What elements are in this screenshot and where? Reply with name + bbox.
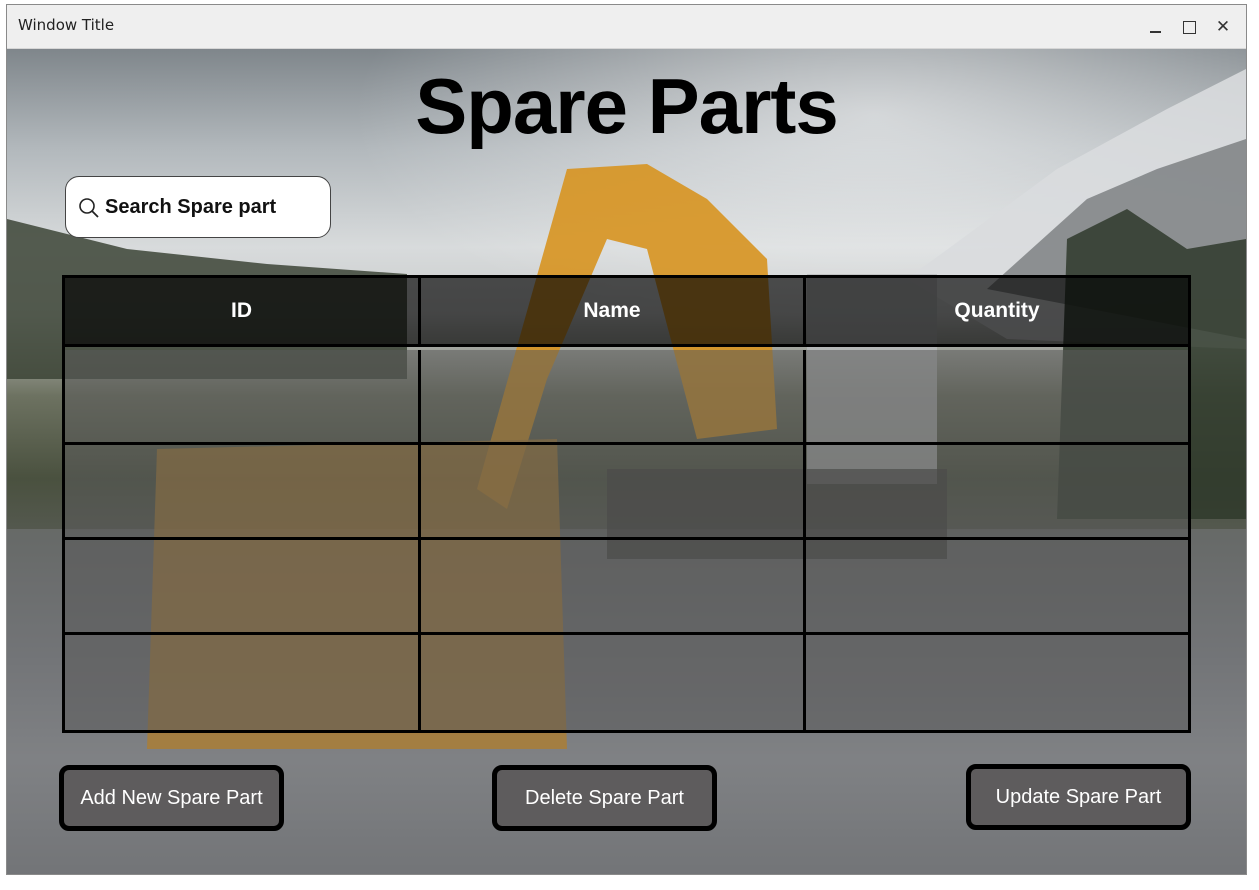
table-cell[interactable]	[65, 540, 421, 632]
table-row[interactable]	[65, 635, 1188, 730]
table-row[interactable]	[65, 445, 1188, 540]
search-icon	[79, 198, 99, 218]
table-header-row: ID Name Quantity	[65, 278, 1188, 347]
table-cell[interactable]	[806, 540, 1188, 632]
column-header-name[interactable]: Name	[421, 278, 806, 344]
table-cell[interactable]	[65, 445, 421, 537]
table-row[interactable]	[65, 350, 1188, 445]
table-cell[interactable]	[806, 445, 1188, 537]
minimize-icon[interactable]	[1142, 14, 1168, 40]
table-cell[interactable]	[421, 540, 806, 632]
spare-parts-table: ID Name Quantity	[62, 275, 1191, 733]
column-header-quantity[interactable]: Quantity	[806, 278, 1188, 344]
delete-spare-part-button[interactable]: Delete Spare Part	[492, 765, 717, 831]
window-title: Window Title	[18, 16, 115, 34]
page-title: Spare Parts	[415, 62, 839, 150]
table-cell[interactable]	[65, 635, 421, 730]
table-cell[interactable]	[421, 445, 806, 537]
table-cell[interactable]	[65, 350, 421, 442]
table-row[interactable]	[65, 540, 1188, 635]
table-cell[interactable]	[421, 635, 806, 730]
update-spare-part-button[interactable]: Update Spare Part	[966, 764, 1191, 830]
close-icon[interactable]: ✕	[1210, 14, 1236, 40]
table-cell[interactable]	[421, 350, 806, 442]
search-placeholder: Search Spare part	[105, 195, 277, 218]
background-image: Spare Parts Search Spare part ID Name Qu…	[7, 49, 1246, 874]
table-cell[interactable]	[806, 635, 1188, 730]
app-window: Window Title ✕ Spare Parts Search Spare …	[6, 4, 1247, 875]
search-input[interactable]: Search Spare part	[65, 176, 331, 238]
table-cell[interactable]	[806, 350, 1188, 442]
title-bar: Window Title ✕	[7, 5, 1246, 49]
column-header-id[interactable]: ID	[65, 278, 421, 344]
maximize-icon[interactable]	[1176, 14, 1202, 40]
add-spare-part-button[interactable]: Add New Spare Part	[59, 765, 284, 831]
